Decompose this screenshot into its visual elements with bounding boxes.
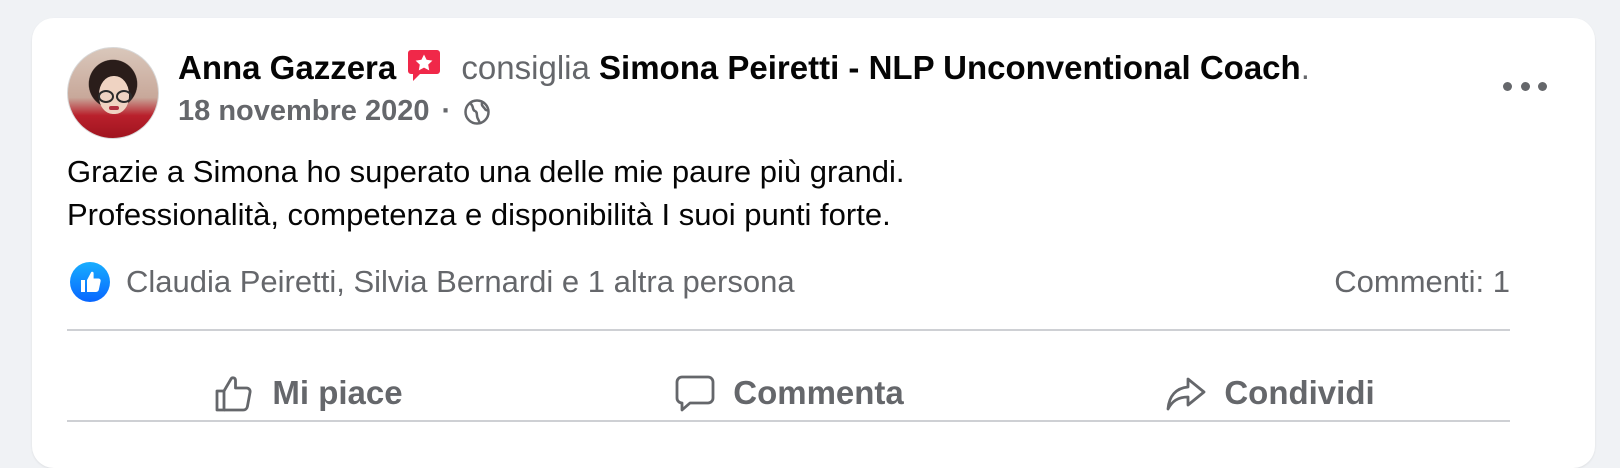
post-date[interactable]: 18 novembre 2020 [178,95,429,127]
avatar-lips [109,106,119,110]
comments-count[interactable]: Commenti: 1 [1334,260,1510,304]
more-options-icon[interactable] [1503,76,1547,96]
recommendation-star-icon [406,47,442,83]
comment-button[interactable]: Commenta [548,350,1029,436]
reactions-bar: Claudia Peiretti, Silvia Bernardi e 1 al… [67,260,1510,304]
post-card: Anna Gazzera consiglia Simona Peiretti -… [32,18,1595,468]
post-meta: 18 novembre 2020 · [178,91,491,131]
recommended-page-name[interactable]: Simona Peiretti - NLP Unconventional Coa… [599,49,1301,86]
thumbs-up-icon [215,376,252,412]
post-header: Anna Gazzera consiglia Simona Peiretti -… [178,46,1310,90]
more-dot [1520,81,1530,91]
avatar-glasses [98,90,132,103]
share-arrow-icon [1166,377,1206,411]
author-name[interactable]: Anna Gazzera [178,49,396,86]
share-button[interactable]: Condividi [1029,350,1510,436]
recommend-verb: consiglia [461,49,590,86]
more-dot [1503,81,1512,91]
share-button-label: Condividi [1224,374,1375,411]
like-button[interactable]: Mi piace [67,350,548,436]
divider-top [67,329,1510,331]
meta-separator: · [441,95,452,127]
more-dot [1538,81,1547,91]
action-bar: Mi piace Commenta Condividi [67,350,1510,436]
header-period: . [1300,49,1310,86]
author-avatar[interactable] [67,47,159,139]
reaction-names[interactable]: Claudia Peiretti, Silvia Bernardi e 1 al… [126,260,795,304]
post-text: Grazie a Simona ho superato una delle mi… [67,150,1517,236]
globe-icon [463,97,491,125]
post-text-line: Grazie a Simona ho superato una delle mi… [67,154,905,189]
post-text-line: Professionalità, competenza e disponibil… [67,197,891,232]
divider-bottom [67,420,1510,422]
comment-bubble-icon [675,375,715,412]
comment-button-label: Commenta [733,374,904,411]
like-button-label: Mi piace [272,374,403,411]
like-icon[interactable] [70,262,110,302]
